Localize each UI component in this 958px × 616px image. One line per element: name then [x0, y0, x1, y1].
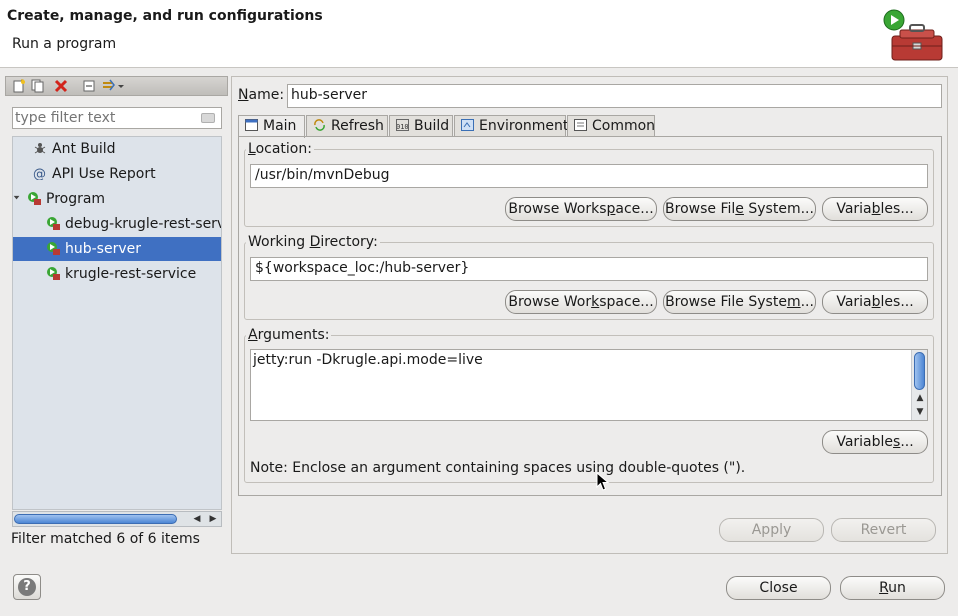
tab-common[interactable]: Common — [567, 115, 655, 137]
tab-build[interactable]: 010 Build — [389, 115, 453, 137]
tree-item-label: debug-krugle-rest-servi — [65, 216, 222, 232]
scrollbar-thumb[interactable] — [14, 514, 177, 524]
name-label: Name: — [238, 87, 285, 103]
tree-item-ant-build[interactable]: Ant Build — [13, 137, 221, 161]
working-directory-label: Working Directory: — [246, 234, 380, 250]
tree-item-label: API Use Report — [52, 166, 156, 182]
tree-item-label: hub-server — [65, 241, 142, 257]
configuration-tree[interactable]: Ant Build @ API Use Report Program debug-… — [12, 136, 222, 510]
browse-file-system-button[interactable]: Browse File System... — [663, 197, 816, 221]
run-button[interactable]: Run — [840, 576, 945, 600]
tree-item-program[interactable]: Program — [13, 187, 221, 211]
mouse-cursor-icon — [596, 472, 610, 491]
environment-icon — [461, 119, 474, 131]
browse-workspace-button[interactable]: Browse Workspace... — [505, 197, 657, 221]
tab-refresh[interactable]: Refresh — [306, 115, 388, 137]
variables-button[interactable]: Variables... — [822, 197, 928, 221]
help-button[interactable]: ? — [13, 574, 41, 600]
svg-text:@: @ — [33, 167, 46, 180]
api-report-icon: @ — [33, 167, 46, 180]
location-label: Location: — [246, 141, 314, 157]
arguments-vertical-scrollbar[interactable]: ▲ ▼ — [911, 350, 927, 420]
filter-field[interactable] — [12, 107, 222, 129]
revert-button[interactable]: Revert — [831, 518, 936, 542]
build-icon: 010 — [396, 119, 409, 131]
program-icon — [47, 267, 60, 280]
tree-item-label: Ant Build — [52, 141, 116, 157]
scroll-down-icon[interactable]: ▼ — [914, 406, 926, 418]
browse-workspace-button[interactable]: Browse Workspace... — [505, 290, 657, 314]
refresh-icon — [314, 119, 325, 131]
program-icon — [47, 242, 60, 255]
tree-item-label: Program — [46, 191, 106, 207]
filter-status-text: Filter matched 6 of 6 items — [11, 531, 200, 547]
filter-menu-icon[interactable] — [102, 79, 126, 93]
arguments-text: jetty:run -Dkrugle.api.mode=live — [253, 352, 483, 368]
program-icon — [28, 192, 41, 205]
working-directory-input[interactable]: ${workspace_loc:/hub-server} — [250, 257, 928, 281]
delete-configuration-icon[interactable] — [54, 79, 68, 93]
dialog-title: Create, manage, and run configurations — [7, 8, 323, 24]
variables-button[interactable]: Variables... — [822, 430, 928, 454]
scroll-left-icon[interactable]: ◀ — [191, 513, 203, 525]
collapse-all-icon[interactable] — [82, 79, 96, 93]
arguments-textarea[interactable]: jetty:run -Dkrugle.api.mode=live ▲ ▼ — [250, 349, 928, 421]
main-tab-icon — [245, 119, 258, 131]
arguments-note: Note: Enclose an argument containing spa… — [250, 460, 746, 476]
configurations-toolbar — [5, 76, 228, 96]
tree-item-label: krugle-rest-service — [65, 266, 197, 282]
scrollbar-thumb[interactable] — [914, 352, 925, 390]
tree-item-debug-krugle-rest-service[interactable]: debug-krugle-rest-servi — [13, 212, 222, 236]
svg-text:010: 010 — [396, 123, 409, 131]
run-toolbox-icon — [883, 9, 943, 61]
scroll-right-icon[interactable]: ▶ — [207, 513, 219, 525]
variables-button[interactable]: Variables... — [822, 290, 928, 314]
apply-button[interactable]: Apply — [719, 518, 824, 542]
new-configuration-icon[interactable] — [12, 79, 26, 93]
ant-icon — [34, 143, 46, 154]
tree-item-krugle-rest-service[interactable]: krugle-rest-service — [13, 262, 221, 286]
browse-file-system-button[interactable]: Browse File System... — [663, 290, 816, 314]
tree-horizontal-scrollbar[interactable]: ◀ ▶ — [12, 511, 222, 527]
filter-input[interactable] — [15, 109, 195, 127]
common-icon — [574, 119, 587, 131]
duplicate-configuration-icon[interactable] — [31, 79, 45, 93]
close-button[interactable]: Close — [726, 576, 831, 600]
dialog-subtitle: Run a program — [12, 36, 117, 52]
chevron-down-icon[interactable] — [13, 191, 23, 205]
help-icon: ? — [18, 578, 36, 596]
tree-item-hub-server[interactable]: hub-server — [13, 237, 221, 261]
tab-main[interactable]: Main — [238, 115, 305, 138]
tab-environment[interactable]: Environment — [454, 115, 568, 137]
program-icon — [47, 217, 60, 230]
arguments-label: Arguments: — [246, 327, 332, 343]
location-input[interactable]: /usr/bin/mvnDebug — [250, 164, 928, 188]
scroll-up-icon[interactable]: ▲ — [914, 392, 926, 404]
clear-filter-icon[interactable] — [201, 113, 215, 123]
tree-item-api-use-report[interactable]: @ API Use Report — [13, 162, 221, 186]
name-input[interactable]: hub-server — [287, 84, 942, 108]
